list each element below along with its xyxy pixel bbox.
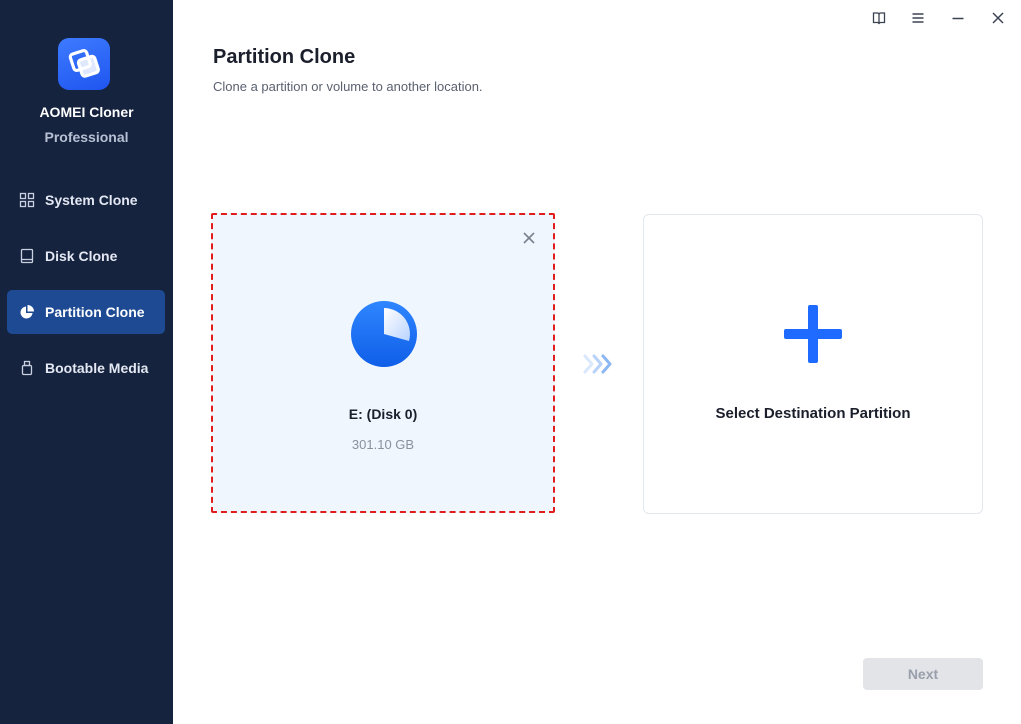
usb-drive-icon xyxy=(21,360,33,376)
help-book-icon xyxy=(872,12,886,25)
partition-pie-icon xyxy=(351,301,417,367)
source-partition-card[interactable]: E: (Disk 0) 301.10 GB xyxy=(211,213,555,513)
app-logo xyxy=(58,38,110,90)
sidebar-item-disk-clone[interactable]: Disk Clone xyxy=(7,234,165,278)
sidebar-item-label: Disk Clone xyxy=(45,248,118,264)
source-partition-size: 301.10 GB xyxy=(351,437,415,452)
plus-icon xyxy=(784,305,842,363)
minimize-button[interactable] xyxy=(946,8,970,28)
sidebar-item-label: Bootable Media xyxy=(45,360,149,376)
page-subtitle: Clone a partition or volume to another l… xyxy=(213,79,483,94)
menu-button[interactable] xyxy=(906,8,930,28)
sidebar-item-label: Partition Clone xyxy=(45,304,145,320)
menu-icon xyxy=(912,13,924,23)
remove-source-icon[interactable] xyxy=(522,231,536,245)
sidebar-item-label: System Clone xyxy=(45,192,138,208)
brand-name: AOMEI Cloner xyxy=(39,104,134,120)
sidebar-item-bootable-media[interactable]: Bootable Media xyxy=(7,346,165,390)
destination-partition-card[interactable]: Select Destination Partition xyxy=(643,214,983,514)
sidebar-item-system-clone[interactable]: System Clone xyxy=(7,178,165,222)
sidebar-item-partition-clone[interactable]: Partition Clone xyxy=(7,290,165,334)
pie-chart-icon xyxy=(20,305,34,319)
help-button[interactable] xyxy=(867,8,891,28)
close-icon xyxy=(992,12,1004,24)
brand-edition: Professional xyxy=(44,129,129,145)
next-button[interactable]: Next xyxy=(863,658,983,690)
app-window: AOMEI Cloner Professional System Clone D… xyxy=(0,0,1021,724)
source-partition-name: E: (Disk 0) xyxy=(348,406,418,422)
minimize-icon xyxy=(952,17,964,20)
destination-label: Select Destination Partition xyxy=(715,405,911,422)
chevrons-right-icon xyxy=(583,354,612,374)
page-title: Partition Clone xyxy=(213,46,356,68)
sidebar: AOMEI Cloner Professional System Clone D… xyxy=(0,0,173,724)
grid-icon xyxy=(19,192,35,208)
close-button[interactable] xyxy=(986,8,1010,28)
logo-icon xyxy=(68,48,100,78)
disk-icon xyxy=(20,248,34,264)
